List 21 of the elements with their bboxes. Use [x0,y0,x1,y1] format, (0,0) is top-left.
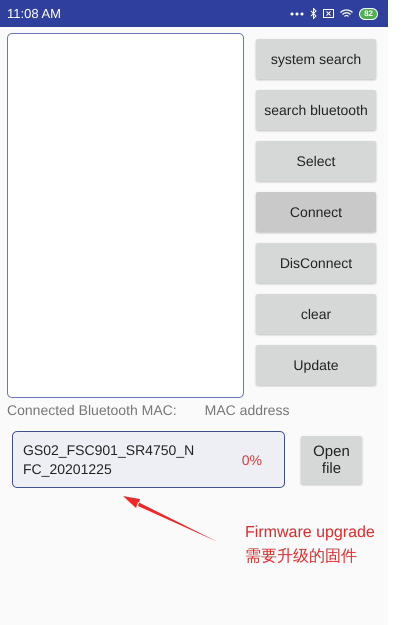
annotation-text: 需要升级的固件 [245,547,358,567]
device-list[interactable] [7,33,244,398]
mac-label: Connected Bluetooth MAC: [7,402,177,418]
annotation-text: Firmware upgrade [245,523,375,543]
mac-value: MAC address [204,402,290,418]
battery-level: 82 [359,8,378,20]
wifi-icon [340,8,354,18]
status-time: 11:08 AM [7,6,61,21]
action-button[interactable]: Update [256,345,376,385]
action-button[interactable]: clear [256,294,376,334]
more-dots-icon [290,12,304,16]
action-button[interactable]: search bluetooth [256,90,376,130]
file-name: GS02_FSC901_SR4750_NFC_20201225 [23,440,196,478]
action-button[interactable]: Connect [256,192,376,232]
progress-percent: 0% [242,452,262,468]
action-button[interactable]: DisConnect [256,243,376,283]
action-button[interactable]: Select [256,141,376,181]
action-button[interactable]: system search [256,39,376,79]
open-file-button[interactable]: Open file [301,436,362,484]
sim-icon [323,9,334,18]
bluetooth-icon [310,8,318,19]
